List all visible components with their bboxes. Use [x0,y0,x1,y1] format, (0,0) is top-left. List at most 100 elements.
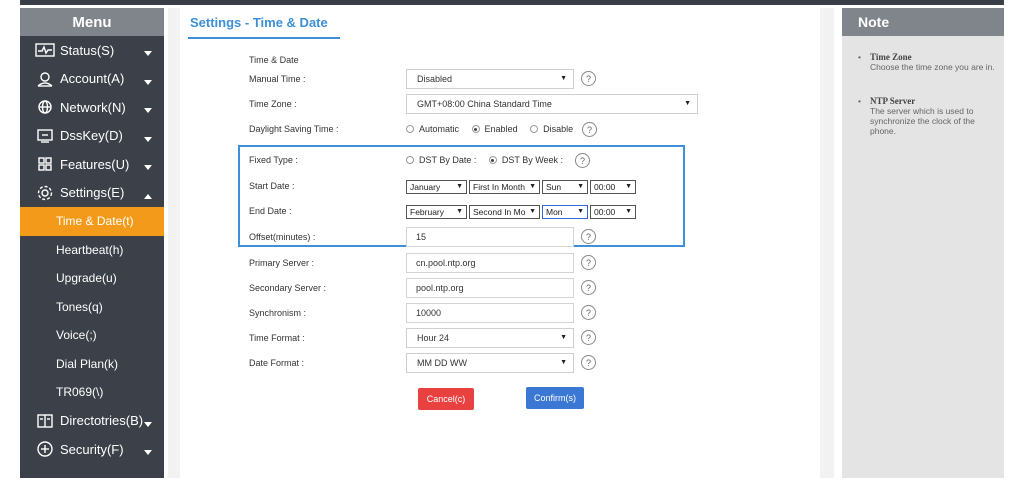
sidebar-item-directories[interactable]: Directotries(B) [20,407,164,436]
offset-label: Offset(minutes) : [249,232,316,242]
time-format-value: Hour 24 [417,333,450,343]
radio-dst-by-week[interactable]: DST By Week : [488,155,563,165]
note-item-time-zone: • Time Zone Choose the time zone you are… [858,52,998,72]
help-icon[interactable]: ? [581,229,596,244]
sidebar-item-security[interactable]: Security(F) [20,435,164,464]
time-format-select[interactable]: Hour 24 ▼ [406,328,574,348]
start-time-select[interactable]: 00:00 ▼ [590,180,636,194]
start-day-select[interactable]: Sun ▼ [542,180,588,194]
security-icon [34,440,56,458]
note-panel: Note • Time Zone Choose the time zone yo… [842,8,1004,478]
secondary-server-row: Secondary Server : pool.ntp.org ? [249,278,809,300]
sidebar-subitem-voice[interactable]: Voice(;) [20,321,164,350]
offset-input[interactable]: 15 [406,227,574,247]
time-zone-label: Time Zone : [249,99,297,109]
cancel-button[interactable]: Cancel(c) [418,388,474,410]
help-icon[interactable]: ? [581,355,596,370]
sidebar-item-dsskey[interactable]: DssKey(D) [20,122,164,151]
select-value: Second In Mo [473,207,526,217]
radio-label: Enabled [484,124,518,134]
sidebar-subitem-upgrade[interactable]: Upgrade(u) [20,264,164,293]
top-bar [20,0,1004,5]
daylight-saving-row: Daylight Saving Time : Automatic Enabled… [249,119,809,141]
network-icon [34,98,56,116]
caret-down-icon: ▼ [560,334,567,341]
chevron-up-icon [144,188,152,203]
help-icon[interactable]: ? [581,255,596,270]
status-icon [34,41,56,59]
radio-dot [471,125,480,133]
sidebar-item-status[interactable]: Status(S) [20,36,164,65]
dsskey-icon [34,127,56,145]
note-item-body: Choose the time zone you are in. [870,62,995,72]
time-format-label: Time Format : [249,333,305,343]
caret-down-icon: ▼ [456,183,463,190]
radio-disable[interactable]: Disable [530,124,573,134]
help-icon[interactable]: ? [582,122,597,137]
help-icon[interactable]: ? [581,305,596,320]
radio-enabled[interactable]: Enabled [471,124,518,134]
help-icon[interactable]: ? [581,330,596,345]
sidebar-item-settings[interactable]: Settings(E) [20,179,164,208]
fixed-type-row: Fixed Type : DST By Date : DST By Week :… [249,150,809,172]
chevron-down-icon [144,159,152,174]
radio-dot [530,125,539,133]
manual-time-select[interactable]: Disabled ▼ [406,69,574,89]
note-item-title: NTP Server [870,96,916,106]
start-month-select[interactable]: January ▼ [406,180,467,194]
sidebar-menu: Menu Status(S) Account(A) Network(N) Dss… [20,8,164,478]
sidebar-item-features[interactable]: Features(U) [20,150,164,179]
sidebar-subitem-tones[interactable]: Tones(q) [20,293,164,322]
menu-header: Menu [20,8,164,36]
end-day-select[interactable]: Mon ▼ [542,205,588,219]
end-time-select[interactable]: 00:00 ▼ [590,205,636,219]
sidebar-item-account[interactable]: Account(A) [20,65,164,94]
manual-time-label: Manual Time : [249,74,306,84]
confirm-button[interactable]: Confirm(s) [526,387,584,409]
caret-down-icon: ▼ [625,208,632,215]
help-icon[interactable]: ? [581,71,596,86]
chevron-down-icon [144,102,152,117]
sidebar-item-network[interactable]: Network(N) [20,93,164,122]
sidebar-subitem-heartbeat[interactable]: Heartbeat(h) [20,236,164,265]
radio-dot [406,125,414,133]
sidebar-subitem-time-date[interactable]: Time & Date(t) [20,207,164,236]
select-value: February [410,207,445,217]
synchronism-input[interactable]: 10000 [406,303,574,323]
end-month-select[interactable]: February ▼ [406,205,467,219]
end-week-select[interactable]: Second In Mo ▼ [469,205,540,219]
end-date-row: End Date : February ▼ Second In Mo ▼ Mon ▼ 00:… [249,201,809,223]
primary-server-label: Primary Server : [249,258,315,268]
primary-server-input[interactable]: cn.pool.ntp.org [406,253,574,273]
radio-dst-by-date[interactable]: DST By Date : [406,155,476,165]
fixed-type-label: Fixed Type : [249,155,298,165]
chevron-down-icon [144,444,152,459]
synchronism-row: Synchronism : 10000 ? [249,303,809,325]
select-value: 00:00 [594,182,616,192]
select-value: Sun [546,182,562,192]
time-zone-row: Time Zone : GMT+08:00 China Standard Tim… [249,94,809,116]
radio-automatic[interactable]: Automatic [406,124,459,134]
caret-down-icon: ▼ [577,183,584,190]
help-icon[interactable]: ? [581,280,596,295]
select-value: First In Month [473,182,525,192]
start-date-label: Start Date : [249,181,295,191]
title-underline [188,37,340,39]
date-format-row: Date Format : MM DD WW ▼ ? [249,353,809,375]
secondary-server-input[interactable]: pool.ntp.org [406,278,574,298]
manual-time-value: Disabled [417,74,453,84]
time-zone-select[interactable]: GMT+08:00 China Standard Time ▼ [406,94,698,114]
note-item-ntp-server: • NTP Server The server which is used to… [858,96,998,136]
sidebar-subitem-dial-plan[interactable]: Dial Plan(k) [20,350,164,379]
sidebar-item-label: DssKey(D) [60,128,123,144]
start-week-select[interactable]: First In Month ▼ [469,180,540,194]
primary-server-row: Primary Server : cn.pool.ntp.org ? [249,253,809,275]
date-format-select[interactable]: MM DD WW ▼ [406,353,574,373]
daylight-saving-radios: Automatic Enabled Disable [406,124,583,144]
sidebar-item-label: Settings(E) [60,185,125,201]
note-item-title: Time Zone [870,52,912,62]
sidebar-subitem-tr069[interactable]: TR069(\) [20,378,164,407]
time-format-row: Time Format : Hour 24 ▼ ? [249,328,809,350]
help-icon[interactable]: ? [575,153,590,168]
sidebar-item-label: Directotries(B) [60,413,144,429]
